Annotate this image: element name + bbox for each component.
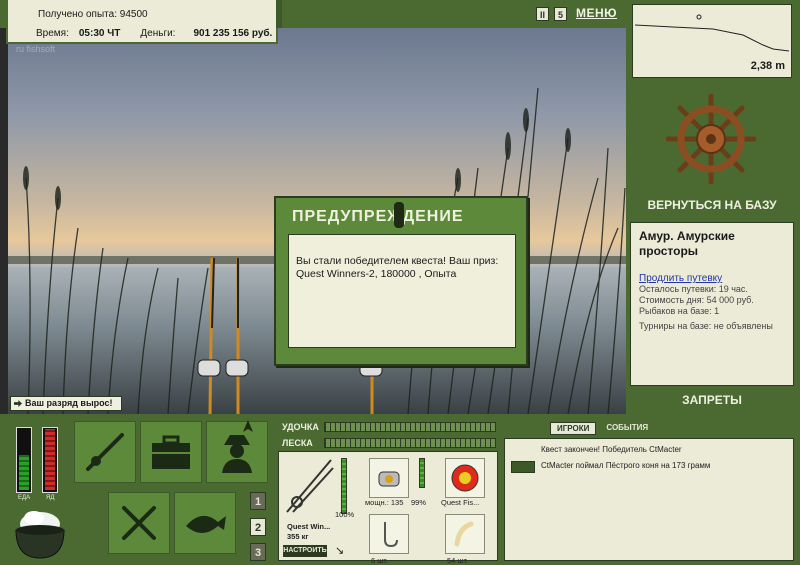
rank-notice[interactable]: Ваш разряд вырос!: [10, 396, 122, 411]
pause-button[interactable]: II: [536, 7, 549, 21]
chat-message: CtMacter поймал Пёстрого коня на 173 гра…: [541, 461, 711, 470]
line-status-row: ЛЕСКА: [282, 436, 496, 450]
line-spool-icon: [451, 464, 479, 492]
hook-icon: [384, 522, 398, 548]
slot-button-3[interactable]: 3: [250, 543, 266, 561]
watermark-logo: ru fishsoft: [16, 44, 56, 54]
line-tension-bar: [324, 438, 496, 448]
dialog-message: Вы стали победителем квеста! Ваш приз: Q…: [288, 234, 516, 348]
permit-remaining: Осталось путевки: 19 час.: [639, 284, 748, 294]
tackle-box-tile[interactable]: [140, 421, 202, 483]
bait-slot[interactable]: [445, 514, 485, 554]
hud-shadow: [276, 0, 282, 28]
money-value: 901 235 156 руб.: [193, 28, 273, 39]
chat-tabs: ИГРОКИ СОБЫТИЯ: [550, 422, 654, 435]
hook-slot[interactable]: [369, 514, 409, 554]
experience-row: Получено опыта: 94500: [38, 9, 148, 20]
reel-slot[interactable]: [369, 458, 409, 498]
line-label: ЛЕСКА: [282, 438, 313, 448]
extend-permit-link[interactable]: Продлить путевку: [639, 273, 785, 284]
rod-setup-panel: 100% Quest Win... 355 кг НАСТРОИТЬ ↘ мощ…: [278, 451, 498, 565]
resize-arrow-icon[interactable]: ↘: [335, 544, 344, 557]
time-label: Время:: [36, 28, 69, 39]
tackle-box-icon: [152, 435, 190, 469]
warning-dialog: ПРЕДУПРЕЖДЕНИЕ Вы стали победителем квес…: [274, 196, 528, 366]
slot-button-2[interactable]: 2: [250, 518, 266, 536]
depth-value: 2,38 m: [750, 60, 785, 72]
restrictions-button[interactable]: ЗАПРЕТЫ: [632, 393, 792, 407]
rod-icon: [86, 433, 124, 471]
fisherman-tile[interactable]: [206, 421, 268, 483]
poison-label: ЯД: [46, 495, 55, 501]
chat-message: Квест закончен! Победитель CtMacter: [541, 445, 682, 454]
rod-percent: 100%: [335, 510, 355, 519]
return-to-base-button[interactable]: ВЕРНУТЬСЯ НА БАЗУ: [632, 198, 792, 212]
setup-button[interactable]: НАСТРОИТЬ: [283, 545, 327, 557]
tackle-status: УДОЧКА ЛЕСКА: [282, 420, 496, 452]
food-gauge: [16, 427, 32, 493]
rank-notice-text: Ваш разряд вырос!: [25, 398, 113, 408]
line-name: Quest Fis...: [441, 498, 480, 507]
anglers-count: Рыбаков на базе: 1: [639, 306, 720, 316]
rod-status-row: УДОЧКА: [282, 420, 496, 434]
day-cost: Стоимость дня: 54 000 руб.: [639, 295, 754, 305]
fish-tile[interactable]: [174, 492, 236, 554]
slot-button-1[interactable]: 1: [250, 492, 266, 510]
food-pot-icon[interactable]: [12, 508, 68, 560]
left-edge: [0, 28, 8, 414]
fisherman-icon: [222, 435, 252, 473]
reel-power: мощн.: 135: [365, 498, 404, 507]
line-slot[interactable]: [445, 458, 485, 498]
dialog-hook-icon: [394, 202, 404, 228]
location-info: Амур. Амурские просторы Продлить путевку…: [630, 222, 794, 386]
time-value: 05:30 ЧТ: [78, 28, 121, 39]
rod-label: УДОЧКА: [282, 422, 319, 432]
rod-name: Quest Win...: [287, 522, 331, 531]
rod-weight: 355 кг: [287, 532, 309, 541]
status-gauges: ЕДА ЯД: [14, 427, 64, 501]
money-label: Деньги:: [140, 28, 176, 39]
arrow-right-icon: [14, 400, 22, 407]
dialog-title: ПРЕДУПРЕЖДЕНИЕ: [292, 208, 464, 225]
food-label: ЕДА: [18, 495, 31, 501]
experience-label: Получено опыта:: [38, 9, 117, 20]
reel-durability-bar: [419, 458, 425, 488]
worm-bait-icon: [454, 521, 474, 547]
poison-gauge: [42, 427, 58, 493]
tab-players[interactable]: ИГРОКИ: [550, 422, 597, 435]
fish-icon: [186, 515, 226, 533]
experience-value: 94500: [119, 9, 148, 20]
rod-tension-bar: [324, 422, 496, 432]
ship-wheel-icon[interactable]: [666, 94, 756, 184]
location-title: Амур. Амурские просторы: [639, 229, 735, 258]
tab-events[interactable]: СОБЫТИЯ: [600, 422, 654, 435]
tournaments-info: Турниры на базе: не объявлены: [639, 321, 773, 331]
chat-panel: ИГРОКИ СОБЫТИЯ Квест закончен! Победител…: [502, 418, 796, 561]
rods-tile[interactable]: [74, 421, 136, 483]
reel-percent: 99%: [411, 498, 427, 507]
rod-durability-bar: [341, 458, 347, 514]
hud-info: Получено опыта: 94500 Время: 05:30 ЧТ Де…: [6, 0, 278, 44]
speed-button[interactable]: 5: [554, 7, 567, 21]
menu-button[interactable]: МЕНЮ: [576, 6, 617, 20]
fish-catch-icon: [511, 461, 535, 473]
depth-map[interactable]: 2,38 m: [632, 4, 792, 78]
chat-messages: Квест закончен! Победитель CtMacter CtMa…: [504, 438, 794, 561]
reel-icon: [378, 471, 400, 487]
rod-image-icon[interactable]: [283, 456, 335, 516]
food-tile[interactable]: [108, 492, 170, 554]
time-money-row: Время: 05:30 ЧТ Деньги: 901 235 156 руб.: [36, 28, 272, 39]
fork-knife-icon: [122, 506, 156, 540]
